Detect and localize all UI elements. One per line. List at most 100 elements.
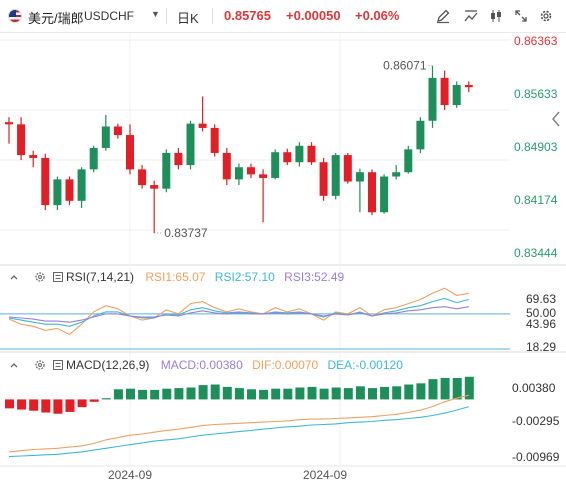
macd-bar bbox=[283, 388, 293, 400]
macd-bar bbox=[343, 388, 353, 400]
symbol-name[interactable]: 美元/瑞郎 bbox=[28, 8, 84, 27]
fullscreen-icon[interactable] bbox=[513, 8, 529, 24]
price-axis-label: 0.84174 bbox=[514, 193, 558, 207]
rsi-axis-label: 69.63 bbox=[526, 292, 556, 306]
high-annotation: 0.86071 bbox=[383, 59, 427, 73]
macd-bar bbox=[222, 386, 232, 400]
macd-bar bbox=[319, 388, 329, 400]
rsi-axis-label: 43.96 bbox=[526, 317, 556, 331]
rsi-pane bbox=[0, 287, 510, 350]
indicator-toggle-icon[interactable] bbox=[52, 271, 64, 283]
rsi-legend: RSI(7,14,21) RSI1:65.07 RSI2:57.10 RSI3:… bbox=[66, 270, 344, 284]
candle-body bbox=[404, 149, 413, 173]
macd-bar bbox=[89, 399, 99, 402]
timeframe-button[interactable]: 日K bbox=[177, 8, 199, 27]
price-axis-label: 0.83444 bbox=[514, 246, 558, 260]
macd-bar bbox=[77, 399, 87, 408]
candle-body bbox=[198, 123, 207, 128]
candle-type-icon[interactable] bbox=[488, 8, 504, 24]
candle-body bbox=[343, 155, 352, 182]
us-flag-icon bbox=[8, 9, 22, 23]
collapse-pane-icon[interactable] bbox=[8, 271, 20, 283]
gear-icon[interactable] bbox=[34, 271, 46, 283]
candle-body bbox=[464, 85, 473, 88]
rsi-title[interactable]: RSI(7,14,21) bbox=[66, 270, 134, 284]
macd-bar bbox=[295, 387, 305, 400]
candle-body bbox=[234, 167, 243, 180]
candle-body bbox=[283, 152, 292, 163]
price-axis-label: 0.86363 bbox=[514, 34, 558, 48]
candle-body bbox=[53, 179, 62, 206]
chart-header: 美元/瑞郎 USDCHF ▼ 日K 0.85765 +0.00050 +0.06… bbox=[0, 0, 566, 33]
price-change: +0.00050 bbox=[286, 8, 341, 23]
indicator-icon[interactable] bbox=[463, 8, 479, 24]
gear-icon[interactable] bbox=[34, 359, 46, 371]
macd-bar bbox=[440, 377, 450, 400]
rsi2-value: RSI2:57.10 bbox=[214, 270, 275, 284]
collapse-pane-icon[interactable] bbox=[8, 359, 20, 371]
pencil-icon[interactable] bbox=[435, 8, 451, 24]
macd-bar bbox=[271, 388, 281, 400]
macd-bar bbox=[428, 379, 438, 400]
macd-bar bbox=[53, 399, 63, 414]
macd-bar bbox=[162, 388, 172, 400]
macd-bar bbox=[126, 388, 135, 400]
candle-body bbox=[162, 152, 171, 189]
macd-bar bbox=[355, 386, 365, 400]
candle-body bbox=[150, 185, 159, 189]
candle-body bbox=[440, 77, 449, 106]
candle-body bbox=[416, 120, 425, 150]
settings-icon[interactable] bbox=[538, 8, 554, 24]
candle-body bbox=[452, 85, 461, 106]
axis-labels: 0.86363 0.85633 0.84903 0.84174 0.83444 69.63… bbox=[108, 34, 560, 482]
price-pane: 0.86071 0.83737 bbox=[5, 59, 473, 240]
macd-bar bbox=[65, 399, 75, 412]
candle-body bbox=[319, 162, 328, 196]
symbol-dropdown-icon[interactable]: ▼ bbox=[151, 9, 160, 19]
candle-body bbox=[186, 123, 195, 166]
macd-bar bbox=[452, 377, 462, 400]
candle-body bbox=[380, 176, 389, 213]
macd-bar bbox=[17, 399, 27, 410]
price-axis-label: 0.84903 bbox=[514, 140, 558, 154]
candle-body bbox=[392, 172, 401, 177]
candle-body bbox=[89, 147, 98, 170]
candle-body bbox=[368, 172, 376, 213]
macd-bar bbox=[29, 399, 39, 411]
candle-body bbox=[41, 157, 50, 206]
macd-bar bbox=[368, 388, 377, 400]
macd-title[interactable]: MACD(12,26,9) bbox=[66, 358, 149, 372]
macd-axis-label: -0.00969 bbox=[512, 450, 560, 464]
candle-body bbox=[259, 174, 268, 178]
candle-body bbox=[65, 179, 74, 201]
macd-value: MACD:0.00380 bbox=[160, 358, 243, 372]
candle-body bbox=[210, 127, 219, 153]
candle-body bbox=[77, 169, 86, 201]
chart-canvas[interactable]: 0.86071 0.83737 0.86363 0.85633 0.84903 0.84… bbox=[0, 33, 566, 487]
candle-body bbox=[271, 152, 280, 178]
symbol-code[interactable]: USDCHF bbox=[84, 9, 134, 23]
candle-body bbox=[331, 155, 340, 196]
indicator-toggle-icon[interactable] bbox=[52, 359, 64, 371]
candle-body bbox=[295, 145, 304, 163]
macd-bar bbox=[186, 387, 196, 400]
last-price: 0.85765 bbox=[224, 8, 271, 23]
macd-bar bbox=[138, 389, 148, 400]
header-divider bbox=[212, 8, 213, 24]
macd-bar bbox=[150, 389, 160, 400]
macd-bar bbox=[416, 383, 426, 400]
candle-body bbox=[5, 122, 13, 125]
low-annotation: 0.83737 bbox=[164, 226, 208, 240]
rsi3-value: RSI3:52.49 bbox=[284, 270, 345, 284]
candle-body bbox=[355, 172, 364, 182]
macd-bar bbox=[101, 398, 111, 400]
macd-axis-label: 0.00380 bbox=[512, 381, 556, 395]
candle-body bbox=[428, 77, 437, 121]
candle-body bbox=[29, 155, 38, 158]
time-axis-label: 2024-09 bbox=[303, 468, 347, 482]
collapse-arrow-icon[interactable] bbox=[548, 108, 564, 130]
price-change-percent: +0.06% bbox=[355, 8, 400, 23]
candle-body bbox=[307, 145, 316, 163]
macd-bar bbox=[41, 399, 51, 413]
header-divider bbox=[166, 8, 167, 24]
